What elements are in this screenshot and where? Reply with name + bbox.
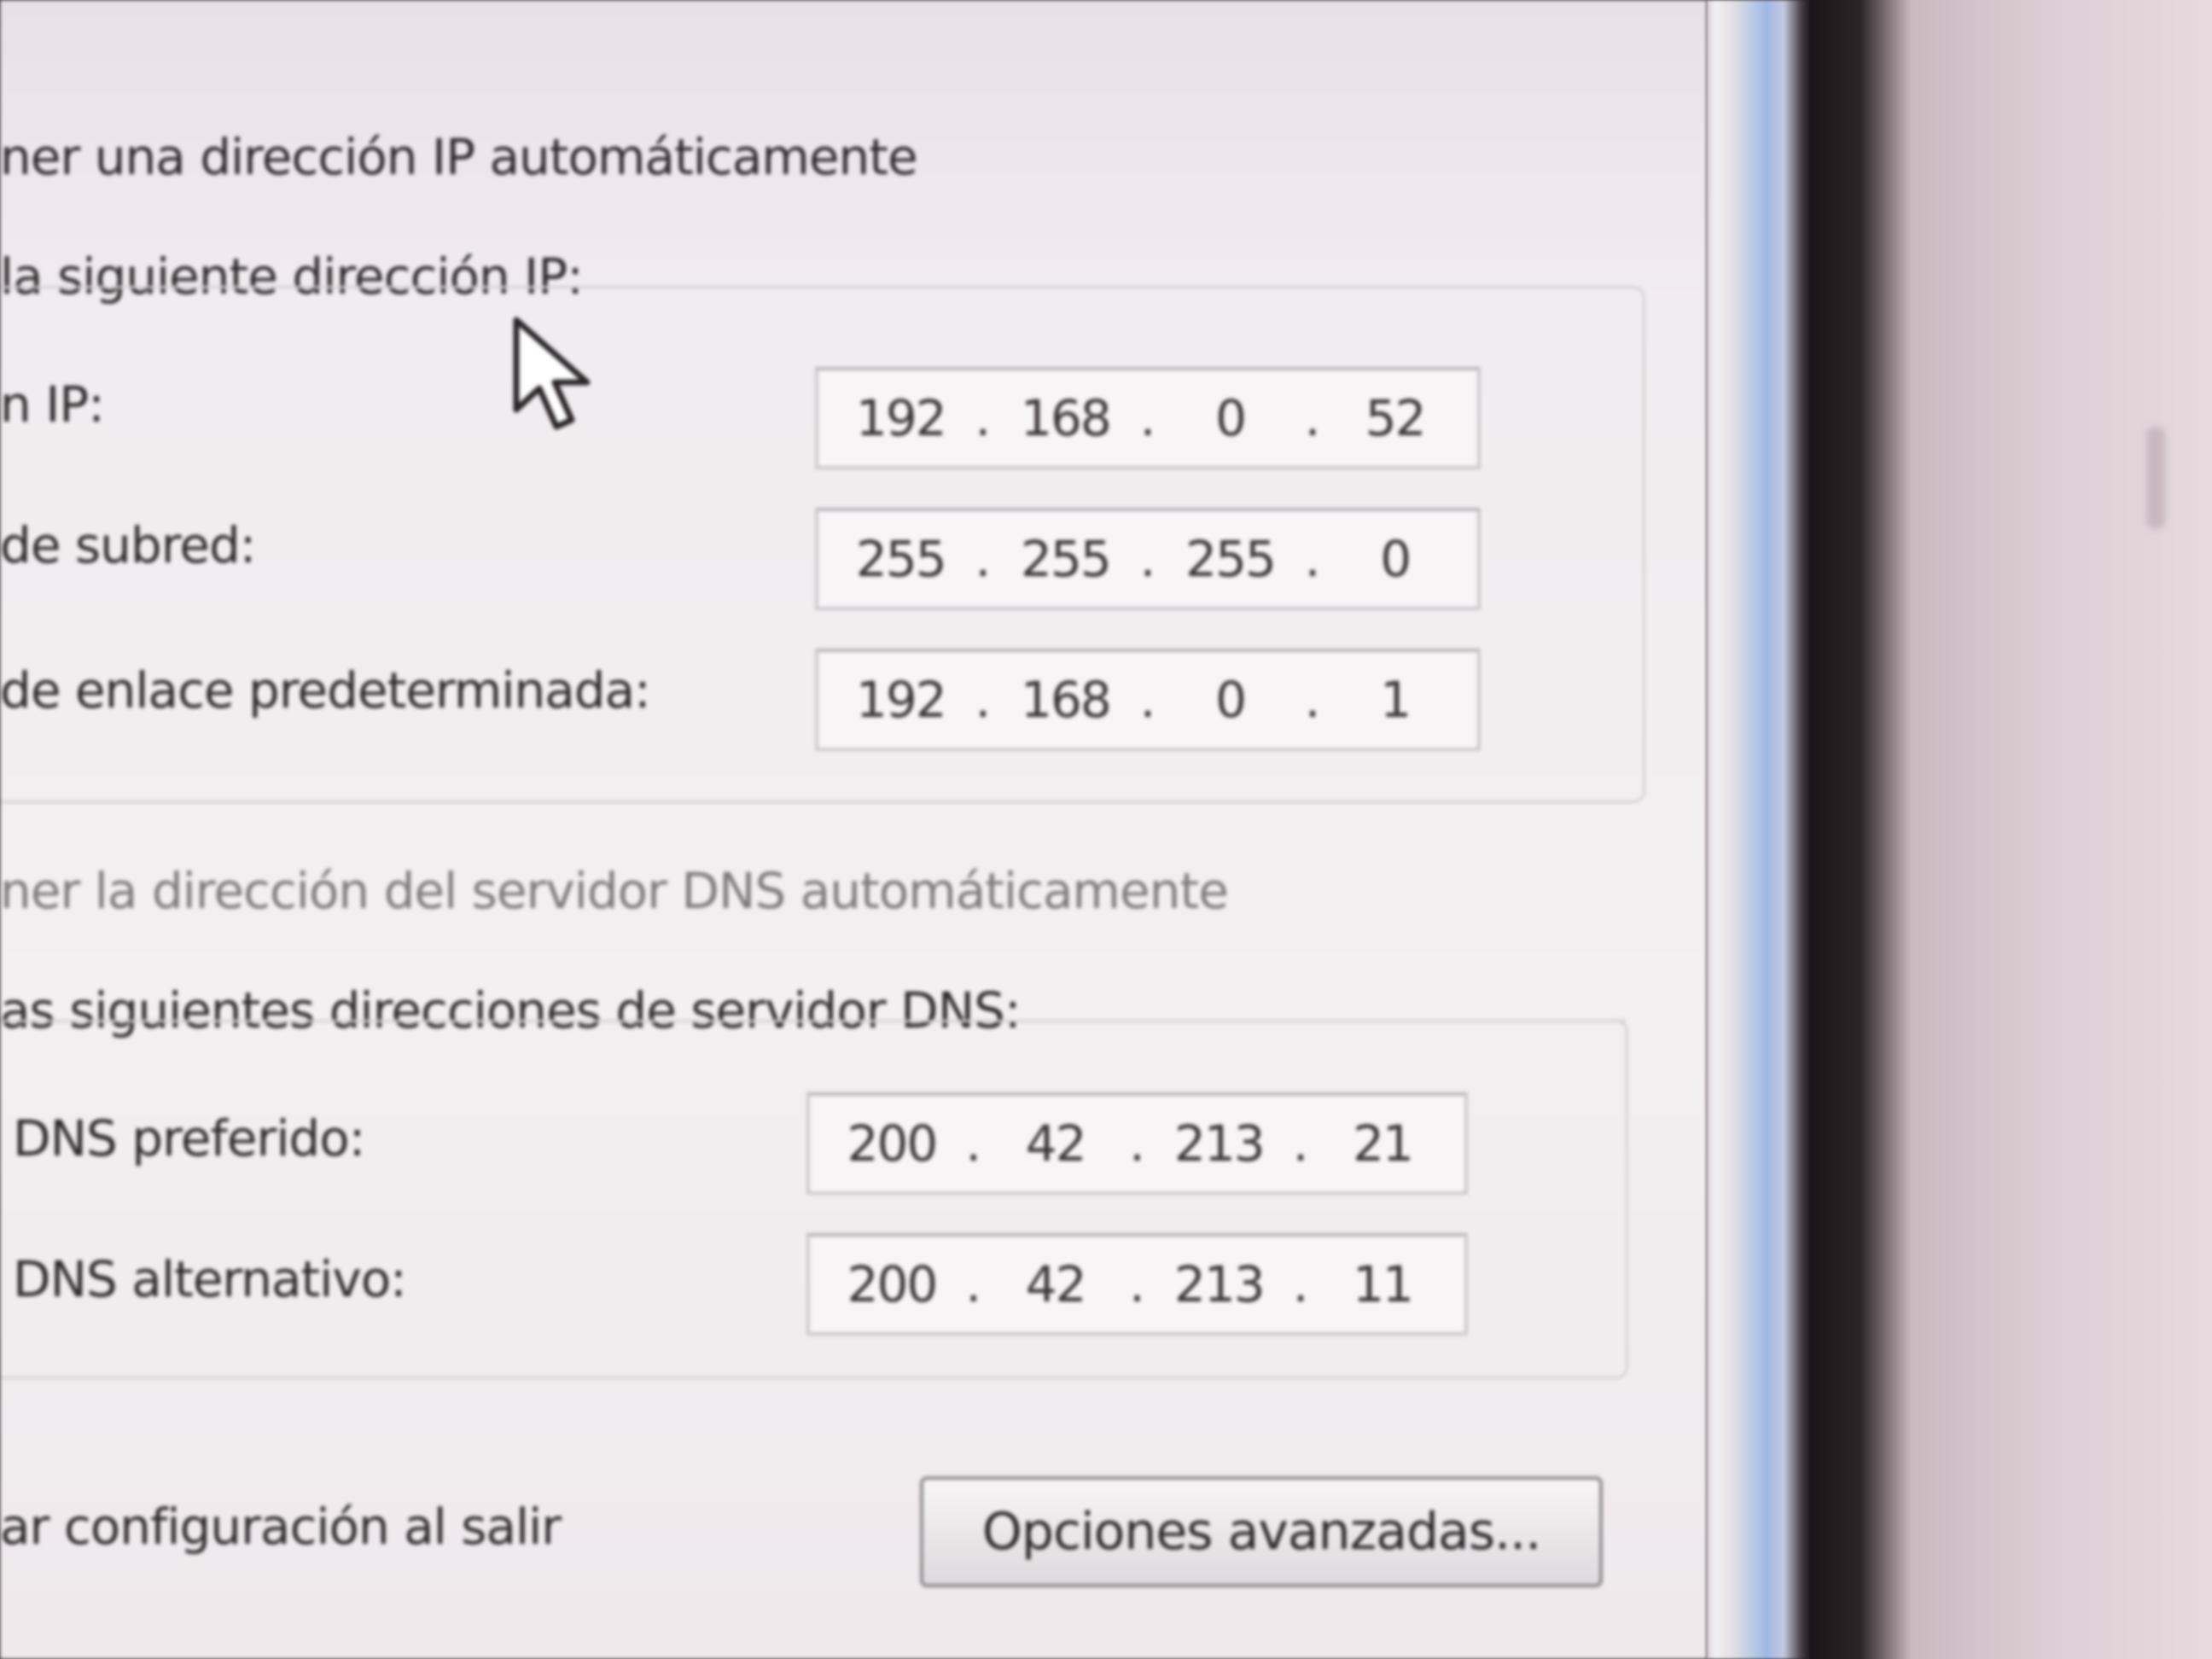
ip-octet-2[interactable]: 168 bbox=[1018, 389, 1112, 447]
octet-separator: . bbox=[1139, 530, 1156, 588]
dns2-octet-4[interactable]: 11 bbox=[1336, 1255, 1429, 1313]
dns1-octet-4[interactable]: 21 bbox=[1336, 1115, 1429, 1173]
dialog-right-edge bbox=[1707, 0, 1809, 1659]
octet-separator: . bbox=[965, 1115, 981, 1173]
gateway-octet-4[interactable]: 1 bbox=[1348, 671, 1442, 729]
advanced-options-button[interactable]: Opciones avanzadas... bbox=[920, 1476, 1603, 1587]
subnet-mask-label: de subred: bbox=[0, 516, 256, 574]
dns-alternate-field[interactable]: 200 . 42 . 213 . 11 bbox=[806, 1233, 1468, 1336]
octet-separator: . bbox=[1129, 1115, 1145, 1173]
dns1-octet-3[interactable]: 213 bbox=[1172, 1115, 1266, 1173]
dns1-octet-2[interactable]: 42 bbox=[1009, 1115, 1103, 1173]
octet-separator: . bbox=[1139, 389, 1156, 447]
dns-preferred-label: DNS preferido: bbox=[13, 1109, 365, 1167]
mask-octet-1[interactable]: 255 bbox=[853, 530, 947, 588]
octet-separator: . bbox=[975, 530, 992, 588]
gateway-octet-3[interactable]: 0 bbox=[1184, 671, 1278, 729]
dns1-octet-1[interactable]: 200 bbox=[845, 1115, 939, 1173]
octet-separator: . bbox=[1304, 671, 1321, 729]
gateway-label: de enlace predeterminada: bbox=[0, 661, 651, 719]
octet-separator: . bbox=[1139, 671, 1156, 729]
octet-separator: . bbox=[1129, 1255, 1145, 1313]
ip-address-label: n IP: bbox=[0, 375, 105, 434]
ip-address-field[interactable]: 192 . 168 . 0 . 52 bbox=[815, 367, 1481, 469]
dns-alternate-label: DNS alternativo: bbox=[13, 1250, 407, 1308]
ip-octet-1[interactable]: 192 bbox=[853, 389, 947, 447]
octet-separator: . bbox=[975, 671, 992, 729]
radio-ip-auto-label[interactable]: ner una dirección IP automáticamente bbox=[0, 128, 918, 186]
ipv4-properties-dialog: ner una dirección IP automáticamente la … bbox=[0, 0, 1707, 1659]
octet-separator: . bbox=[1292, 1115, 1309, 1173]
gateway-octet-2[interactable]: 168 bbox=[1018, 671, 1112, 729]
dns2-octet-3[interactable]: 213 bbox=[1172, 1255, 1266, 1313]
subnet-mask-field[interactable]: 255 . 255 . 255 . 0 bbox=[815, 508, 1481, 610]
mask-octet-4[interactable]: 0 bbox=[1348, 530, 1442, 588]
ip-octet-3[interactable]: 0 bbox=[1184, 389, 1278, 447]
background-wall bbox=[1809, 0, 2212, 1659]
background-smudge bbox=[2146, 427, 2165, 529]
octet-separator: . bbox=[975, 389, 992, 447]
octet-separator: . bbox=[1304, 389, 1321, 447]
octet-separator: . bbox=[965, 1255, 981, 1313]
mask-octet-3[interactable]: 255 bbox=[1184, 530, 1278, 588]
octet-separator: . bbox=[1292, 1255, 1309, 1313]
mouse-cursor-icon bbox=[513, 317, 591, 430]
octet-separator: . bbox=[1304, 530, 1321, 588]
dns-preferred-field[interactable]: 200 . 42 . 213 . 21 bbox=[806, 1092, 1468, 1195]
validate-on-exit-label[interactable]: ar configuración al salir bbox=[0, 1498, 562, 1556]
ip-octet-4[interactable]: 52 bbox=[1348, 389, 1442, 447]
dns2-octet-2[interactable]: 42 bbox=[1009, 1255, 1103, 1313]
gateway-octet-1[interactable]: 192 bbox=[853, 671, 947, 729]
gateway-field[interactable]: 192 . 168 . 0 . 1 bbox=[815, 649, 1481, 751]
dns2-octet-1[interactable]: 200 bbox=[845, 1255, 939, 1313]
radio-dns-auto-label[interactable]: ner la dirección del servidor DNS automá… bbox=[0, 862, 1229, 920]
mask-octet-2[interactable]: 255 bbox=[1018, 530, 1112, 588]
